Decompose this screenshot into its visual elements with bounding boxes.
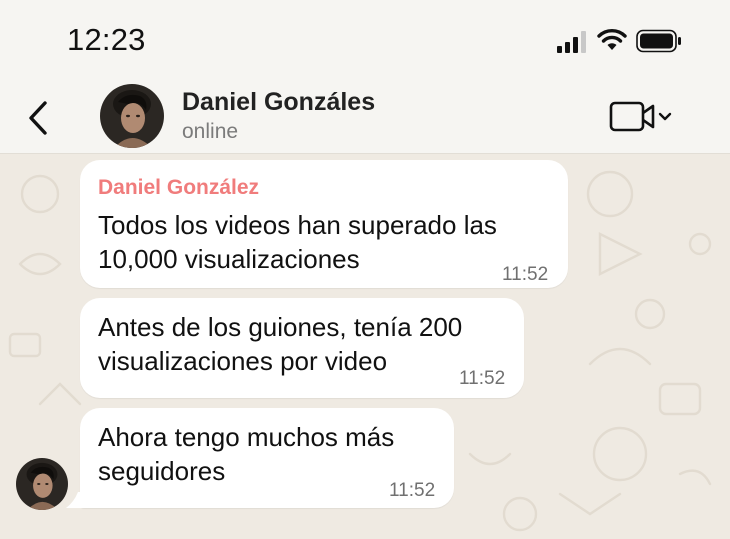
contact-avatar[interactable] [100,84,164,148]
battery-icon [636,29,681,53]
back-chevron-icon [29,101,47,135]
video-call-button[interactable] [607,98,681,136]
status-bar: 12:23 [0,0,730,80]
avatar-photo [16,458,68,510]
message-time: 11:52 [389,480,436,501]
chevron-down-icon [658,112,672,121]
back-button[interactable] [18,98,58,138]
message-bubble[interactable]: Antes de los guiones, tenía 200 visualiz… [80,298,524,398]
message-text: Todos los videos han superado las 10,000… [98,210,497,274]
message-sender: Daniel González [98,176,260,199]
video-call-icon [609,101,655,132]
message-time: 11:52 [502,264,549,285]
message-list[interactable]: Daniel González Todos los videos han sup… [0,154,730,539]
message-time: 11:52 [459,368,506,389]
message-text: Ahora tengo muchos más seguidores [98,422,395,486]
contact-name[interactable]: Daniel Gonzáles [182,88,375,117]
chat-header: Daniel Gonzáles online [0,80,730,154]
cellular-signal-icon [557,31,586,53]
avatar-photo [100,84,164,148]
status-time: 12:23 [67,22,146,57]
contact-status: online [182,120,239,143]
chat-screen: 12:23 Daniel Gonzáles online Daniel Gonz… [0,0,730,539]
message-bubble[interactable]: Ahora tengo muchos más seguidores 11:52 [80,408,454,508]
bubble-tail [66,492,84,508]
wifi-icon [597,29,627,50]
sender-avatar[interactable] [16,458,68,510]
message-bubble[interactable]: Daniel González Todos los videos han sup… [80,160,568,288]
